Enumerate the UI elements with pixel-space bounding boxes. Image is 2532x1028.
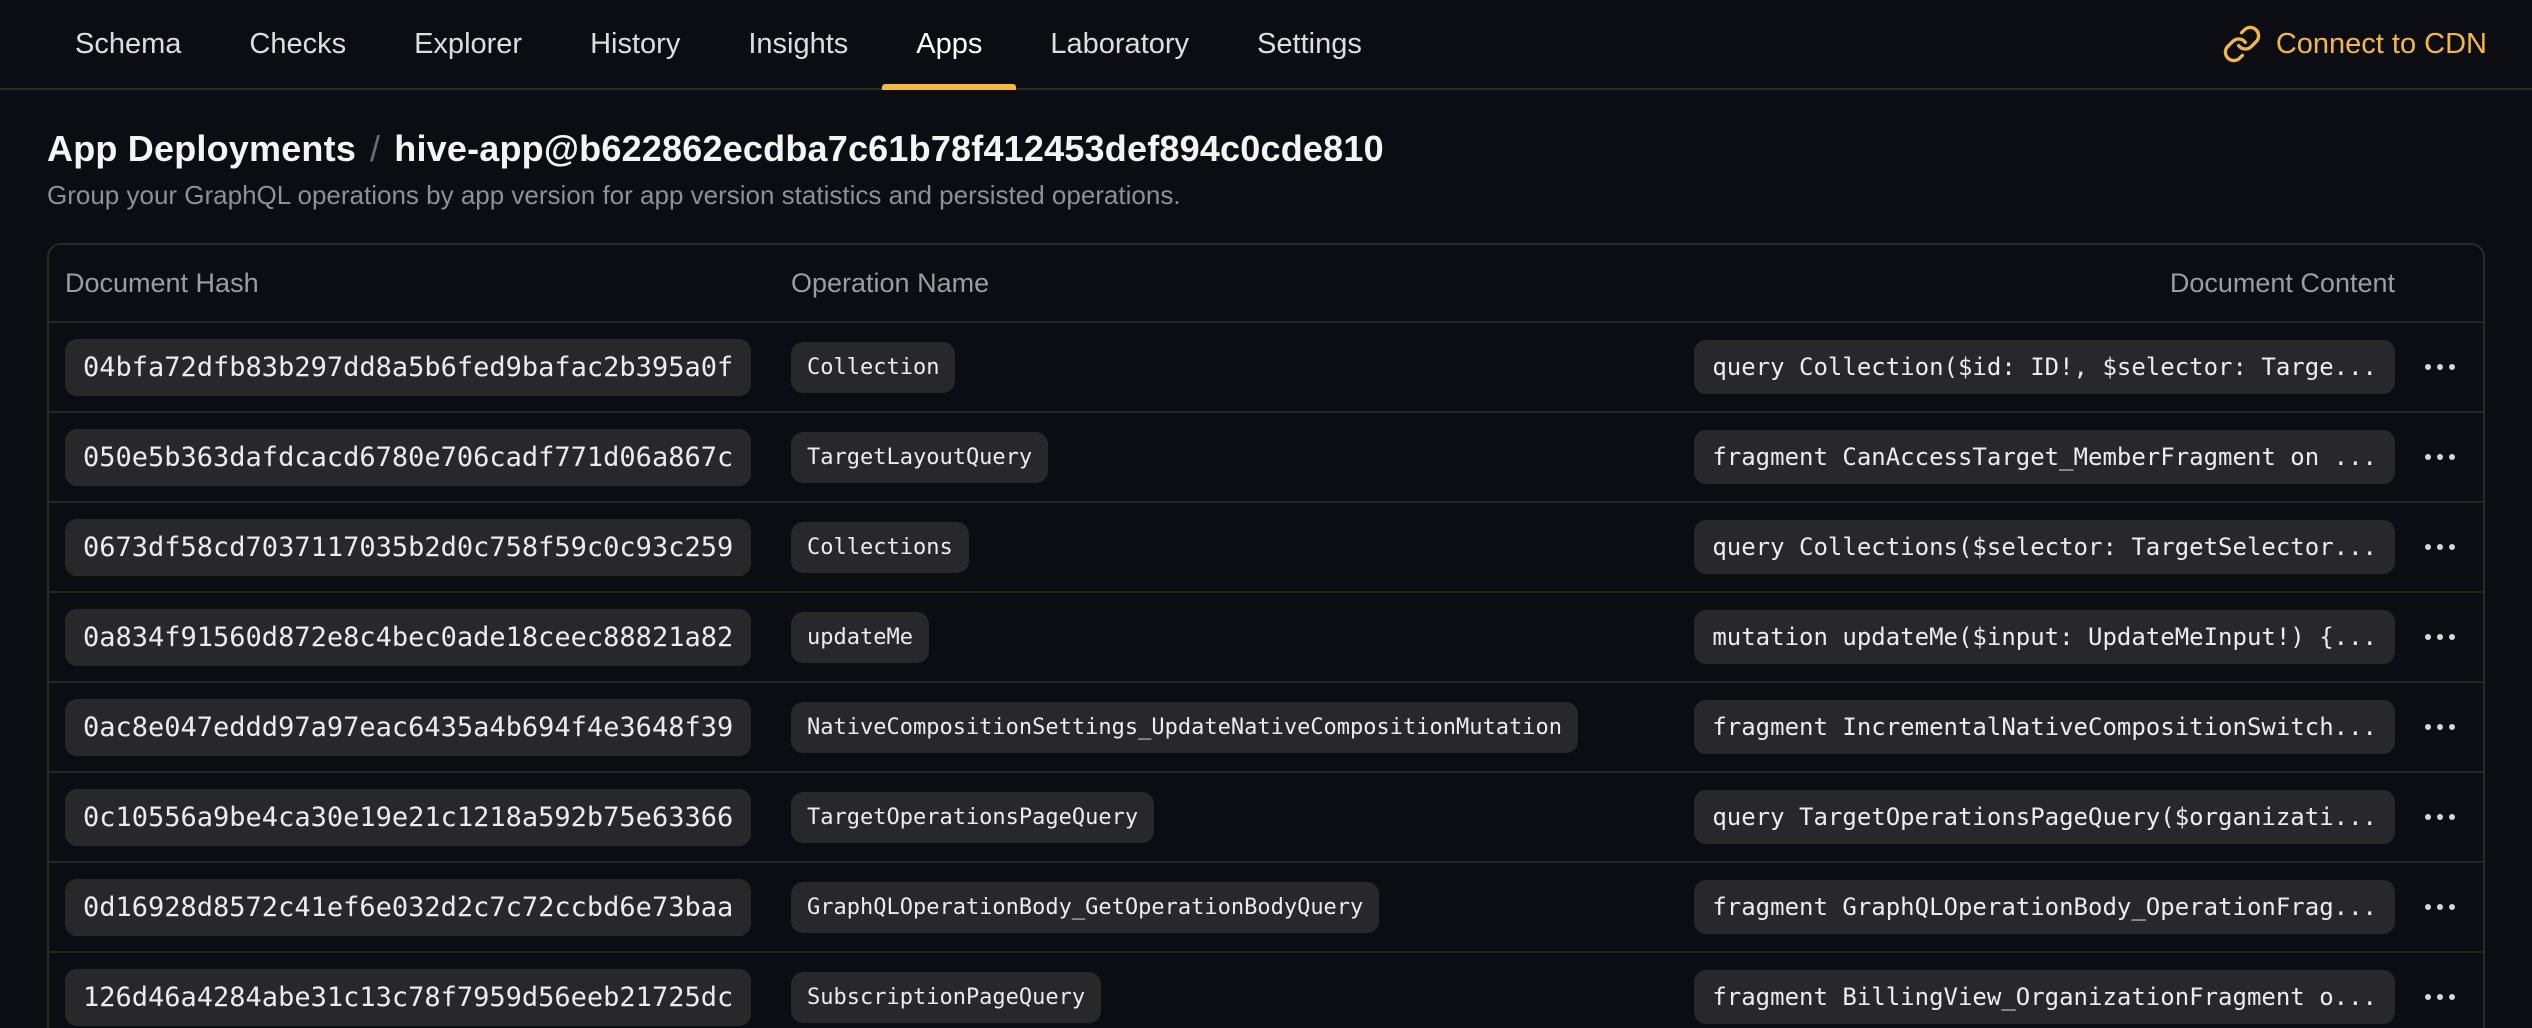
document-hash-badge: 0d16928d8572c41ef6e032d2c7c72ccbd6e73baa [65,879,751,936]
tab-insights[interactable]: Insights [714,0,882,88]
operation-name-cell: TargetOperationsPageQuery [791,792,1694,843]
ellipsis-icon [2425,454,2455,460]
nav-tabs: Schema Checks Explorer History Insights … [41,0,1396,88]
document-hash-badge: 050e5b363dafdcacd6780e706cadf771d06a867c [65,429,751,486]
operation-name-badge: SubscriptionPageQuery [791,972,1101,1023]
operation-name-cell: Collection [791,342,1694,393]
table-row: 0c10556a9be4ca30e19e21c1218a592b75e63366… [49,771,2483,861]
row-menu-button[interactable] [2419,444,2461,470]
breadcrumb: App Deployments / hive-app@b622862ecdba7… [47,128,2485,170]
row-menu-button[interactable] [2419,984,2461,1010]
document-content-badge: fragment IncrementalNativeCompositionSwi… [1694,700,2395,754]
row-menu-button[interactable] [2419,804,2461,830]
document-hash-cell: 0ac8e047eddd97a97eac6435a4b694f4e3648f39 [65,699,791,756]
operation-name-cell: TargetLayoutQuery [791,432,1694,483]
operation-name-badge: Collection [791,342,955,393]
table-row: 126d46a4284abe31c13c78f7959d56eeb21725dc… [49,951,2483,1028]
document-content-cell: query Collection($id: ID!, $selector: Ta… [1694,340,2395,394]
row-menu-button[interactable] [2419,534,2461,560]
document-content-badge: fragment CanAccessTarget_MemberFragment … [1694,430,2395,484]
table-header-row: Document Hash Operation Name Document Co… [49,245,2483,321]
operation-name-cell: Collections [791,522,1694,573]
document-content-badge: query Collection($id: ID!, $selector: Ta… [1694,340,2395,394]
ellipsis-icon [2425,544,2455,550]
ellipsis-icon [2425,994,2455,1000]
table-row: 050e5b363dafdcacd6780e706cadf771d06a867c… [49,411,2483,501]
tab-apps[interactable]: Apps [882,0,1016,88]
document-hash-cell: 0c10556a9be4ca30e19e21c1218a592b75e63366 [65,789,791,846]
link-icon [2222,24,2262,64]
document-hash-badge: 0a834f91560d872e8c4bec0ade18ceec88821a82 [65,609,751,666]
breadcrumb-app-name: hive-app@b622862ecdba7c61b78f412453def89… [394,128,1384,170]
table-row: 0ac8e047eddd97a97eac6435a4b694f4e3648f39… [49,681,2483,771]
table-body: 04bfa72dfb83b297dd8a5b6fed9bafac2b395a0f… [49,321,2483,1028]
document-content-badge: mutation updateMe($input: UpdateMeInput!… [1694,610,2395,664]
breadcrumb-section: App Deployments [47,128,356,170]
document-content-cell: fragment CanAccessTarget_MemberFragment … [1694,430,2395,484]
tab-settings[interactable]: Settings [1223,0,1396,88]
operation-name-cell: NativeCompositionSettings_UpdateNativeCo… [791,702,1694,753]
document-hash-badge: 126d46a4284abe31c13c78f7959d56eeb21725dc [65,969,751,1026]
top-navigation: Schema Checks Explorer History Insights … [0,0,2532,90]
document-content-badge: query TargetOperationsPageQuery($organiz… [1694,790,2395,844]
document-content-cell: fragment IncrementalNativeCompositionSwi… [1694,700,2395,754]
document-hash-badge: 04bfa72dfb83b297dd8a5b6fed9bafac2b395a0f [65,339,751,396]
operation-name-cell: GraphQLOperationBody_GetOperationBodyQue… [791,882,1694,933]
ellipsis-icon [2425,634,2455,640]
document-hash-cell: 0a834f91560d872e8c4bec0ade18ceec88821a82 [65,609,791,666]
document-content-cell: mutation updateMe($input: UpdateMeInput!… [1694,610,2395,664]
table-row: 0673df58cd7037117035b2d0c758f59c0c93c259… [49,501,2483,591]
column-header-document-hash: Document Hash [65,268,791,299]
document-hash-cell: 126d46a4284abe31c13c78f7959d56eeb21725dc [65,969,791,1026]
row-menu-button[interactable] [2419,714,2461,740]
document-content-cell: fragment BillingView_OrganizationFragmen… [1694,970,2395,1024]
table-row: 0a834f91560d872e8c4bec0ade18ceec88821a82… [49,591,2483,681]
operation-name-badge: NativeCompositionSettings_UpdateNativeCo… [791,702,1578,753]
document-hash-cell: 050e5b363dafdcacd6780e706cadf771d06a867c [65,429,791,486]
operation-name-badge: GraphQLOperationBody_GetOperationBodyQue… [791,882,1379,933]
connect-to-cdn-button[interactable]: Connect to CDN [2222,0,2487,88]
breadcrumb-separator: / [370,128,380,170]
main-content: App Deployments / hive-app@b622862ecdba7… [0,128,2532,1028]
document-hash-cell: 04bfa72dfb83b297dd8a5b6fed9bafac2b395a0f [65,339,791,396]
page-subtitle: Group your GraphQL operations by app ver… [47,180,2485,211]
tab-checks[interactable]: Checks [215,0,380,88]
document-hash-badge: 0c10556a9be4ca30e19e21c1218a592b75e63366 [65,789,751,846]
document-content-cell: query Collections($selector: TargetSelec… [1694,520,2395,574]
document-content-badge: fragment BillingView_OrganizationFragmen… [1694,970,2395,1024]
ellipsis-icon [2425,364,2455,370]
row-menu-button[interactable] [2419,894,2461,920]
column-header-document-content: Document Content [2170,268,2395,299]
tab-explorer[interactable]: Explorer [380,0,556,88]
row-menu-button[interactable] [2419,624,2461,650]
operation-name-badge: updateMe [791,612,929,663]
operation-name-badge: TargetOperationsPageQuery [791,792,1154,843]
document-hash-cell: 0d16928d8572c41ef6e032d2c7c72ccbd6e73baa [65,879,791,936]
page-header: App Deployments / hive-app@b622862ecdba7… [47,128,2485,211]
document-content-badge: fragment GraphQLOperationBody_OperationF… [1694,880,2395,934]
deployments-table: Document Hash Operation Name Document Co… [47,243,2485,1028]
row-menu-button[interactable] [2419,354,2461,380]
ellipsis-icon [2425,814,2455,820]
connect-to-cdn-label: Connect to CDN [2276,28,2487,61]
table-row: 04bfa72dfb83b297dd8a5b6fed9bafac2b395a0f… [49,321,2483,411]
operation-name-cell: SubscriptionPageQuery [791,972,1694,1023]
column-header-operation-name: Operation Name [791,268,2170,299]
document-content-badge: query Collections($selector: TargetSelec… [1694,520,2395,574]
tab-schema[interactable]: Schema [41,0,215,88]
document-hash-cell: 0673df58cd7037117035b2d0c758f59c0c93c259 [65,519,791,576]
ellipsis-icon [2425,904,2455,910]
table-row: 0d16928d8572c41ef6e032d2c7c72ccbd6e73baa… [49,861,2483,951]
document-content-cell: fragment GraphQLOperationBody_OperationF… [1694,880,2395,934]
tab-laboratory[interactable]: Laboratory [1016,0,1223,88]
document-hash-badge: 0673df58cd7037117035b2d0c758f59c0c93c259 [65,519,751,576]
operation-name-badge: TargetLayoutQuery [791,432,1048,483]
operation-name-badge: Collections [791,522,969,573]
document-hash-badge: 0ac8e047eddd97a97eac6435a4b694f4e3648f39 [65,699,751,756]
operation-name-cell: updateMe [791,612,1694,663]
ellipsis-icon [2425,724,2455,730]
tab-history[interactable]: History [556,0,714,88]
document-content-cell: query TargetOperationsPageQuery($organiz… [1694,790,2395,844]
